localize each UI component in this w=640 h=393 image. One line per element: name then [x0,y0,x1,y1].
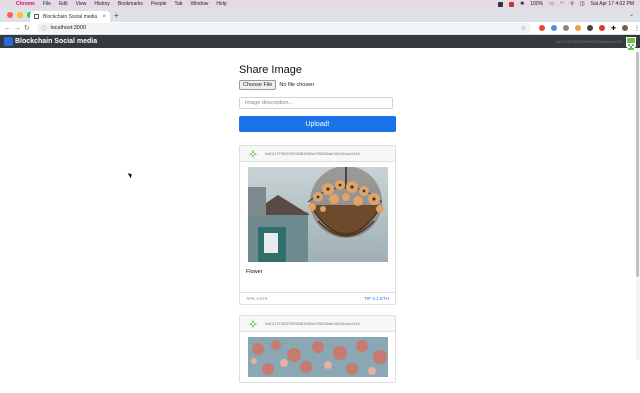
main-content: Share Image Choose File No file chosen I… [239,64,396,393]
mouse-cursor [127,171,134,179]
file-input[interactable]: Choose File No file chosen [239,80,396,90]
tab-close-icon[interactable]: × [102,14,106,20]
menu-tab[interactable]: Tab [175,1,183,7]
extension-icon[interactable] [562,25,569,31]
post-image [248,167,388,262]
page-title: Share Image [239,64,302,76]
tab-search-icon[interactable]: ⌄ [629,11,634,18]
menu-view[interactable]: View [76,1,87,7]
address-bar[interactable]: ⓘ localhost:3000 ☆ [36,23,531,33]
blossom-image [248,337,388,377]
browser-tab-strip: Blockchain Social media × + ⌄ [0,8,640,22]
post-card: 0xE217F38379930281f0f2e0393284aC6A194ac2… [239,145,396,305]
menu-window[interactable]: Window [191,1,209,7]
account-address: 0x627f1f6076828f1f0c6f092846c8a914c5f0 [554,39,622,44]
tips-amount: TIPS: 0 ETH [246,296,268,301]
file-status: No file chosen [279,82,315,88]
extension-icon[interactable] [538,25,545,31]
account-identicon [626,36,636,51]
post-footer: TIPS: 0 ETH TIP 0.1 ETH [240,292,395,304]
extension-icon[interactable] [598,25,605,31]
site-info-icon[interactable]: ⓘ [42,25,47,32]
battery-icon[interactable]: ▭ [549,1,554,7]
post-author-address: 0xE217F38379930281f0f2e0393284aC6A194ac2… [265,151,360,156]
brand-logo-icon [4,37,13,46]
record-icon[interactable] [509,1,515,7]
post-author-address: 0xE217F38379930281f0f2e0393284aC6A194ac2… [265,321,360,326]
spotlight-icon[interactable]: ⚲ [570,1,574,7]
post-caption: Flower [246,269,263,275]
author-identicon-icon [248,319,258,328]
metamask-icon[interactable] [574,25,581,31]
menu-bookmarks[interactable]: Bookmarks [118,1,143,7]
post-body [240,332,395,382]
forward-icon[interactable]: → [13,25,23,32]
image-description-input[interactable]: Image description... [239,97,393,109]
menu-people[interactable]: People [151,1,167,7]
url-text: localhost:3000 [50,25,86,31]
menu-help[interactable]: Help [216,1,226,7]
author-identicon-icon [248,149,258,158]
menu-file[interactable]: File [43,1,51,7]
clock[interactable]: Sat Apr 17 4:02 PM [591,1,634,7]
post-body: Flower [240,162,395,292]
extension-icon[interactable] [586,25,593,31]
bluetooth-icon[interactable]: ✱ [520,1,524,7]
menu-edit[interactable]: Edit [59,1,68,7]
close-window-button[interactable] [7,12,13,18]
menu-history[interactable]: History [94,1,110,7]
new-tab-icon[interactable]: + [114,11,119,21]
menu-app-name[interactable]: Chrome [16,1,35,7]
tip-button[interactable]: TIP 0.1 ETH [364,296,389,301]
extension-icon[interactable] [550,25,557,31]
flower-basket-image [248,167,388,262]
minimize-window-button[interactable] [17,12,23,18]
browser-tab[interactable]: Blockchain Social media × [30,11,110,22]
description-placeholder: Image description... [245,100,293,106]
post-header: 0xE217F38379930281f0f2e0393284aC6A194ac2… [240,146,395,162]
bookmark-star-icon[interactable]: ☆ [521,25,526,32]
extensions-area: ✚ ⋮ [538,25,640,32]
post-header: 0xE217F38379930281f0f2e0393284aC6A194ac2… [240,316,395,332]
app-navbar: Blockchain Social media 0x627f1f6076828f… [0,35,640,51]
post-card: 0xE217F38379930281f0f2e0393284aC6A194ac2… [239,315,396,383]
post-image [248,337,388,377]
status-app-icon[interactable] [498,1,504,7]
macos-menubar: Chrome File Edit View History Bookmarks … [0,0,640,8]
battery-percent: 100% [530,1,544,7]
profile-avatar[interactable] [622,25,628,31]
identicon-icon [627,42,635,51]
upload-button[interactable]: Upload! [239,116,396,132]
control-center-icon[interactable]: ◫ [580,1,585,7]
tab-favicon-icon [34,14,39,19]
scrollbar-thumb[interactable] [636,52,639,277]
choose-file-button[interactable]: Choose File [239,80,277,90]
browser-menu-icon[interactable]: ⋮ [634,25,640,32]
back-icon[interactable]: ← [3,25,13,32]
browser-toolbar: ← → ↻ ⓘ localhost:3000 ☆ ✚ ⋮ [0,22,640,35]
wifi-icon[interactable]: ◠ [560,1,564,7]
extensions-puzzle-icon[interactable]: ✚ [611,25,616,32]
reload-icon[interactable]: ↻ [22,24,32,32]
brand-title[interactable]: Blockchain Social media [15,38,97,45]
tab-title: Blockchain Social media [43,13,98,20]
